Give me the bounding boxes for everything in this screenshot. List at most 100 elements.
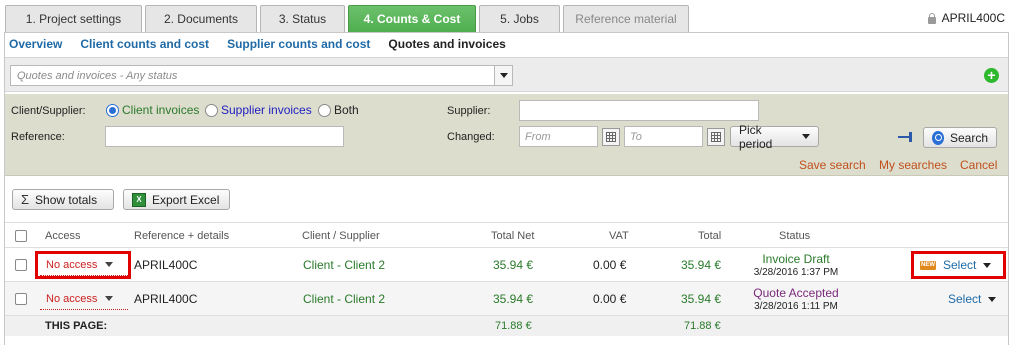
excel-icon: X — [132, 192, 146, 207]
export-excel-button[interactable]: X Export Excel — [123, 189, 230, 210]
vat-value: 0.00 € — [593, 258, 627, 272]
calendar-icon[interactable] — [602, 128, 620, 146]
select-label: Select — [948, 292, 982, 306]
toolbar: Σ Show totals X Export Excel — [5, 176, 1008, 220]
chevron-down-icon — [105, 296, 114, 301]
col-client-supplier[interactable]: Client / Supplier — [302, 230, 380, 242]
radio-label: Client invoices — [122, 103, 200, 117]
col-status[interactable]: Status — [779, 230, 810, 242]
tab-documents[interactable]: 2. Documents — [145, 5, 257, 32]
export-excel-label: Export Excel — [152, 192, 220, 207]
pin-icon[interactable] — [898, 132, 916, 142]
from-date-input[interactable]: From — [519, 126, 598, 147]
search-button-label: Search — [949, 130, 988, 145]
col-total[interactable]: Total — [698, 230, 721, 242]
reference-label: Reference: — [11, 131, 65, 143]
radio-dot — [106, 103, 119, 117]
to-date-input[interactable]: To — [624, 126, 703, 147]
status-date: 3/28/2016 1:37 PM — [753, 267, 839, 278]
col-access[interactable]: Access — [45, 230, 80, 242]
project-id: APRIL400C — [927, 11, 1005, 25]
table-row[interactable]: No access APRIL400C Client - Client 2 35… — [5, 282, 1008, 316]
cancel-link[interactable]: Cancel — [960, 158, 997, 172]
radio-label: Both — [334, 103, 359, 117]
search-icon — [932, 130, 944, 145]
access-value: No access — [46, 292, 98, 305]
tab-label: 4. Counts & Cost — [363, 12, 461, 26]
tab-jobs[interactable]: 5. Jobs — [479, 5, 560, 32]
show-totals-button[interactable]: Σ Show totals — [12, 189, 114, 210]
supplier-input[interactable] — [519, 100, 759, 121]
tab-label: 1. Project settings — [25, 12, 122, 26]
pick-period-dropdown[interactable]: Pick period — [730, 123, 819, 151]
net-value: 35.94 € — [493, 292, 534, 306]
radio-label: Supplier invoices — [221, 103, 312, 117]
subnav-client-counts[interactable]: Client counts and cost — [80, 37, 209, 53]
row-checkbox[interactable] — [15, 259, 27, 271]
reference-value[interactable]: APRIL400C — [134, 258, 197, 272]
status-cell: Quote Accepted 3/28/2016 1:11 PM — [741, 286, 851, 312]
reference-input[interactable] — [105, 126, 344, 147]
total-value: 35.94 € — [681, 292, 722, 306]
tab-counts-cost[interactable]: 4. Counts & Cost — [348, 5, 476, 32]
chevron-down-icon — [500, 73, 508, 78]
tab-reference-material[interactable]: Reference material — [563, 5, 689, 32]
radio-dot — [205, 103, 218, 117]
main-panel: Overview Client counts and cost Supplier… — [4, 32, 1009, 345]
tab-label: 3. Status — [278, 12, 327, 26]
tab-label: 5. Jobs — [500, 12, 539, 26]
status-date: 3/28/2016 1:11 PM — [754, 301, 838, 312]
table-header: Access Reference + details Client / Supp… — [5, 222, 1008, 248]
radio-client-invoices[interactable]: Client invoices — [106, 103, 199, 117]
changed-label: Changed: — [447, 131, 495, 143]
my-searches-link[interactable]: My searches — [879, 158, 947, 172]
lock-icon — [927, 12, 936, 24]
col-reference[interactable]: Reference + details — [134, 230, 229, 242]
view-bar: Quotes and invoices - Any status + — [5, 57, 1008, 92]
radio-supplier-invoices[interactable]: Supplier invoices — [205, 103, 312, 117]
footer-net: 71.88 € — [495, 320, 532, 332]
view-select[interactable]: Quotes and invoices - Any status — [10, 65, 513, 86]
status-text: Invoice Draft — [762, 252, 830, 266]
tab-project-settings[interactable]: 1. Project settings — [5, 5, 142, 32]
project-id-label: APRIL400C — [941, 11, 1005, 25]
client-supplier-label: Client/Supplier: — [11, 105, 86, 117]
radio-both[interactable]: Both — [318, 103, 359, 117]
chevron-down-icon — [802, 134, 810, 139]
save-search-link[interactable]: Save search — [799, 158, 866, 172]
pick-period-label: Pick period — [739, 122, 773, 151]
calendar-icon[interactable] — [707, 128, 725, 146]
vat-value: 0.00 € — [593, 292, 627, 306]
client-value[interactable]: Client - Client 2 — [303, 292, 385, 306]
sigma-icon: Σ — [21, 192, 30, 207]
highlight-box — [35, 251, 131, 279]
col-total-net[interactable]: Total Net — [491, 230, 534, 242]
row-checkbox[interactable] — [15, 293, 27, 305]
table-footer: THIS PAGE: 71.88 € 71.88 € — [5, 316, 1008, 336]
status-text: Quote Accepted — [753, 286, 839, 300]
radio-dot — [318, 103, 331, 117]
select-dropdown[interactable]: Select — [948, 292, 997, 306]
client-value[interactable]: Client - Client 2 — [303, 258, 385, 272]
table-row[interactable]: No access APRIL400C Client - Client 2 35… — [5, 248, 1008, 282]
footer-total: 71.88 € — [684, 320, 721, 332]
subnav-quotes-invoices[interactable]: Quotes and invoices — [388, 37, 505, 53]
show-totals-label: Show totals — [35, 192, 98, 207]
footer-label: THIS PAGE: — [45, 320, 108, 332]
view-select-value: Quotes and invoices - Any status — [17, 70, 178, 82]
access-dropdown[interactable]: No access — [40, 288, 128, 310]
add-icon[interactable]: + — [984, 68, 999, 83]
highlight-box — [911, 251, 1006, 279]
tab-label: 2. Documents — [163, 12, 239, 26]
tab-status[interactable]: 3. Status — [260, 5, 345, 32]
view-select-arrow[interactable] — [494, 66, 512, 85]
tab-bar: 1. Project settings 2. Documents 3. Stat… — [0, 0, 1013, 32]
subnav-supplier-counts[interactable]: Supplier counts and cost — [227, 37, 370, 53]
select-all-checkbox[interactable] — [15, 230, 27, 242]
status-cell: Invoice Draft 3/28/2016 1:37 PM — [741, 252, 851, 278]
reference-value[interactable]: APRIL400C — [134, 292, 197, 306]
subnav-overview[interactable]: Overview — [9, 37, 62, 53]
search-button[interactable]: Search — [923, 127, 997, 148]
chevron-down-icon — [988, 296, 997, 302]
col-vat[interactable]: VAT — [609, 230, 629, 242]
